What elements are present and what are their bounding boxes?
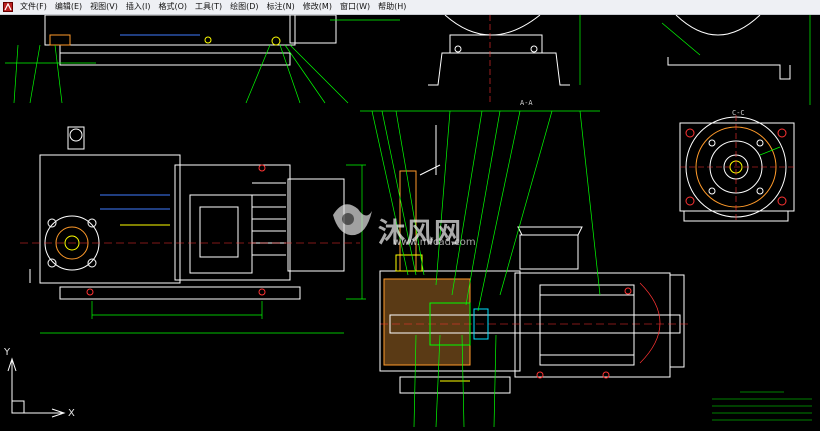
menu-tools[interactable]: 工具(T) <box>191 0 226 14</box>
watermark-logo-icon <box>333 204 372 236</box>
ucs-x-label: X <box>68 408 75 419</box>
menu-draw[interactable]: 绘图(D) <box>226 0 262 14</box>
menu-bar: 文件(F) 编辑(E) 视图(V) 插入(I) 格式(O) 工具(T) 绘图(D… <box>0 0 820 15</box>
drawing-canvas[interactable]: 沐风网 www.mfcad.com A-A C-C Y X <box>0 15 820 431</box>
section-cc-label: C-C <box>732 109 745 117</box>
end-view-partial <box>428 15 581 105</box>
menu-modify[interactable]: 修改(M) <box>299 0 336 14</box>
menu-help[interactable]: 帮助(H) <box>374 0 410 14</box>
ucs-icon <box>7 357 66 418</box>
app-icon[interactable] <box>3 2 13 12</box>
section-cc-view <box>679 115 795 222</box>
menu-dimension[interactable]: 标注(N) <box>263 0 299 14</box>
menu-view[interactable]: 视图(V) <box>86 0 122 14</box>
side-elevation-view <box>20 126 366 334</box>
top-view-partial <box>5 15 400 104</box>
menu-file[interactable]: 文件(F) <box>16 0 51 14</box>
menu-window[interactable]: 窗口(W) <box>336 0 374 14</box>
motor-side-partial <box>661 15 811 105</box>
section-aa-label: A-A <box>520 99 533 107</box>
ucs-y-label: Y <box>4 347 11 358</box>
menu-insert[interactable]: 插入(I) <box>122 0 155 14</box>
menu-format[interactable]: 格式(O) <box>154 0 191 14</box>
watermark-url: www.mfcad.com <box>393 237 476 248</box>
technical-notes <box>712 391 812 421</box>
menu-edit[interactable]: 编辑(E) <box>51 0 86 14</box>
section-aa-view <box>360 110 690 428</box>
